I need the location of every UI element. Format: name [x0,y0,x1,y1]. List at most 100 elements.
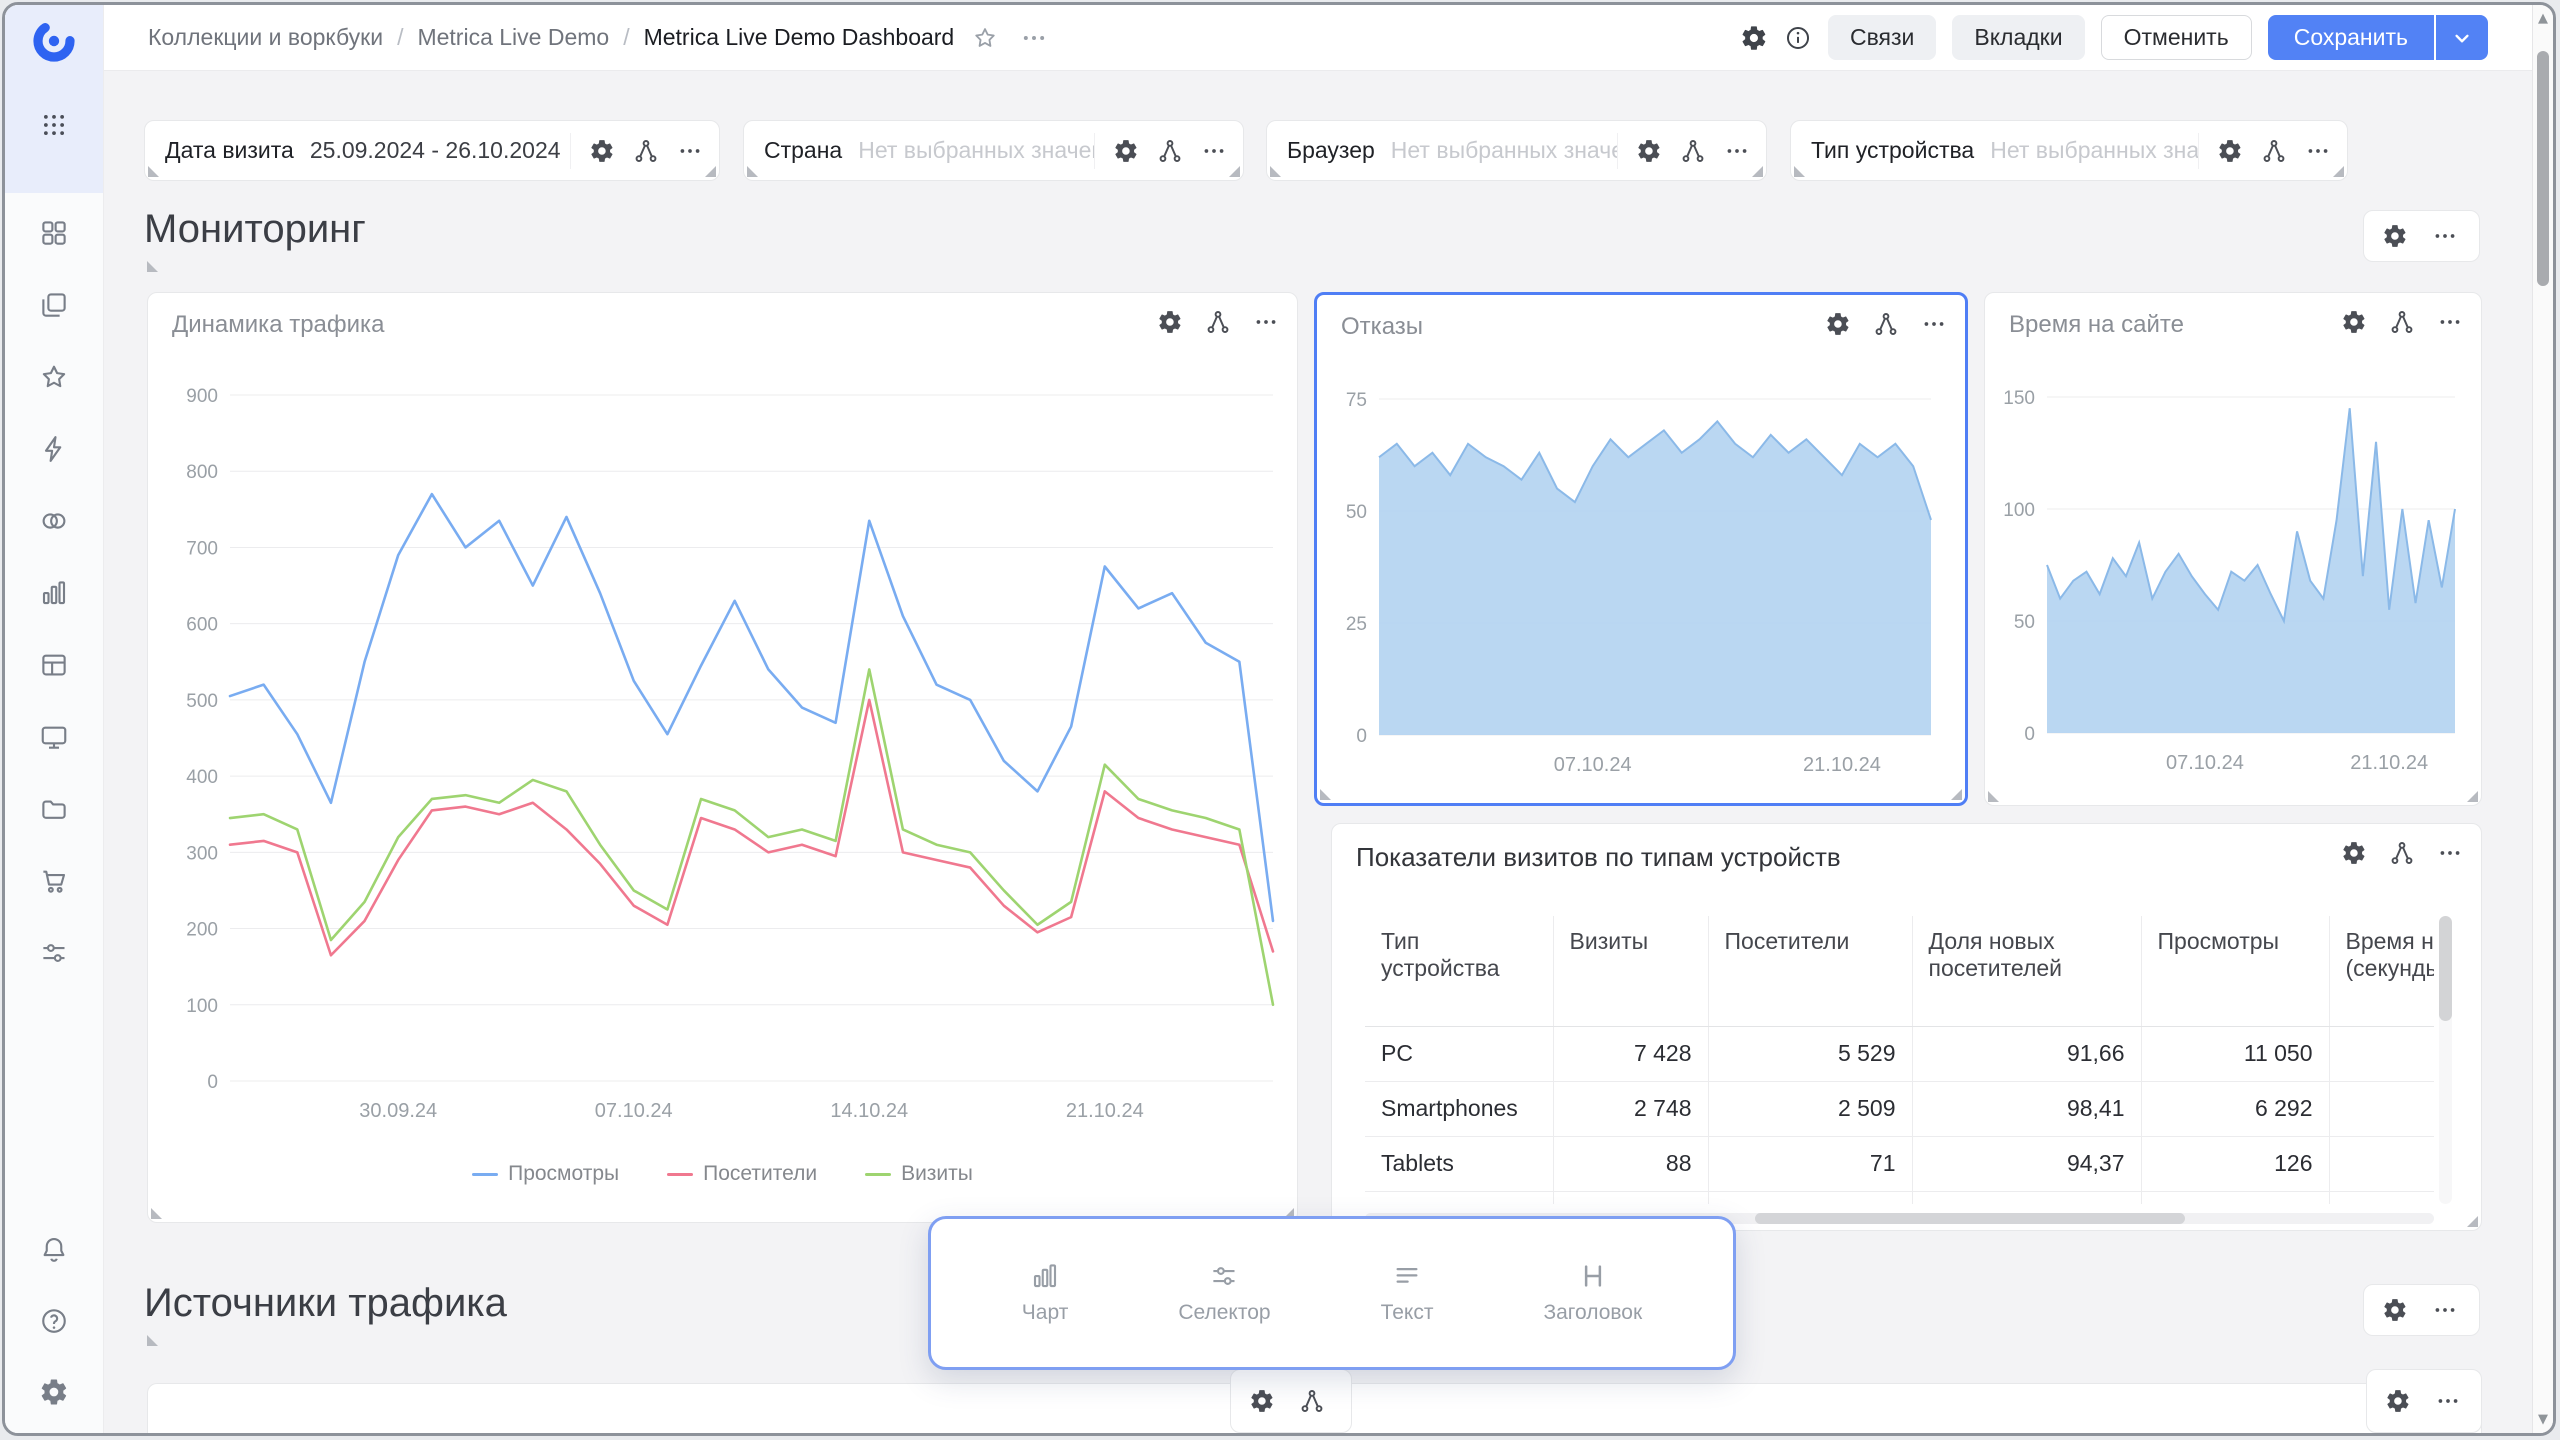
scroll-thumb[interactable] [2439,916,2452,1021]
resize-handle[interactable] [1794,166,1805,177]
resize-handle[interactable] [1951,789,1962,800]
gear-icon[interactable] [1249,1388,1275,1414]
connections-icon[interactable] [1299,1388,1325,1414]
widget-device-stats-table[interactable]: Показатели визитов по типам устройств Ти… [1331,823,2482,1231]
resize-handle[interactable] [1988,791,1999,802]
table-vertical-scrollbar[interactable] [2439,916,2452,1204]
gear-icon[interactable] [2341,309,2367,335]
widget-time-on-site[interactable]: Время на сайте 05010015007.10.2421.10.24 [1984,292,2482,806]
cart-icon[interactable] [37,865,71,896]
connections-icon[interactable] [2389,840,2415,866]
gear-icon[interactable] [1157,309,1183,335]
gear-icon[interactable] [2217,138,2243,164]
filter-country[interactable]: Страна Нет выбранных значений [743,120,1244,181]
widget-partial-right[interactable] [1323,1383,2482,1433]
resize-handle[interactable] [2467,791,2478,802]
gear-icon[interactable] [2341,840,2367,866]
apps-grid-icon[interactable] [37,109,71,140]
gear-icon[interactable] [1636,138,1662,164]
filter-value[interactable]: 25.09.2024 - 26.10.2024 [310,137,570,164]
breadcrumb-workbook[interactable]: Metrica Live Demo [417,24,609,51]
resize-handle[interactable] [147,1335,158,1346]
more-icon[interactable] [1349,1388,1352,1414]
resize-handle[interactable] [147,261,158,272]
gear-icon[interactable] [2382,1297,2408,1323]
resize-handle[interactable] [2467,1216,2478,1227]
more-icon[interactable] [2437,309,2463,335]
scroll-thumb[interactable] [2537,51,2549,286]
scroll-down-icon[interactable]: ▼ [2533,1412,2553,1427]
settings-gear-icon[interactable] [37,1376,71,1407]
save-dropdown-button[interactable] [2436,15,2488,60]
bolt-icon[interactable] [37,433,71,464]
scroll-up-icon[interactable]: ▲ [2533,11,2553,26]
legend-item[interactable]: Визиты [865,1162,973,1186]
sliders-icon[interactable] [37,937,71,968]
circles-icon[interactable] [37,505,71,536]
gear-icon[interactable] [1113,138,1139,164]
filter-device-type[interactable]: Тип устройства Нет выбранных значений [1790,120,2348,181]
resize-handle[interactable] [2333,166,2344,177]
legend-item[interactable]: Посетители [667,1162,817,1186]
column-header[interactable]: Посетители [1708,916,1912,1026]
connections-icon[interactable] [2389,309,2415,335]
add-text-button[interactable]: Текст [1381,1261,1434,1325]
filter-placeholder[interactable]: Нет выбранных значений [1391,137,1617,164]
connections-icon[interactable] [1157,138,1183,164]
add-heading-button[interactable]: Заголовок [1543,1261,1642,1325]
folder-icon[interactable] [37,793,71,824]
resize-handle[interactable] [1320,789,1331,800]
help-icon[interactable] [37,1305,71,1336]
connections-icon[interactable] [1680,138,1706,164]
bar-chart-icon[interactable] [37,577,71,608]
column-header[interactable]: Время на сайте (секунды) [2329,916,2434,1026]
legend-item[interactable]: Просмотры [472,1162,619,1186]
gear-icon[interactable] [1740,24,1768,52]
column-header[interactable]: Тип устройства [1365,916,1553,1026]
resize-handle[interactable] [1270,166,1281,177]
page-scrollbar[interactable]: ▲ ▼ [2532,5,2553,1433]
breadcrumb-collections[interactable]: Коллекции и воркбуки [148,24,383,51]
star-icon[interactable] [37,361,71,392]
table-icon[interactable] [37,649,71,680]
widget-bounces[interactable]: Отказы 025507507.10.2421.10.24 [1314,292,1968,806]
filter-placeholder[interactable]: Нет выбранных значений [1990,137,2198,164]
layers-icon[interactable] [37,289,71,320]
column-header[interactable]: Просмотры [2141,916,2329,1026]
more-icon[interactable] [1724,138,1750,164]
table-row[interactable]: PC7 4285 52991,6611 050 [1365,1026,2434,1081]
more-icon[interactable] [1921,311,1947,337]
connections-icon[interactable] [1873,311,1899,337]
resize-handle[interactable] [1752,166,1763,177]
more-icon[interactable] [2435,1388,2461,1414]
resize-handle[interactable] [148,166,159,177]
filter-date-visit[interactable]: Дата визита 25.09.2024 - 26.10.2024 [144,120,720,181]
filter-placeholder[interactable]: Нет выбранных значений [858,137,1094,164]
gear-icon[interactable] [589,138,615,164]
column-header[interactable]: Доля новых посетителей [1912,916,2141,1026]
table-row[interactable]: Tablets887194,37126 [1365,1136,2434,1191]
cancel-button[interactable]: Отменить [2101,15,2252,60]
connections-icon[interactable] [633,138,659,164]
gear-icon[interactable] [1825,311,1851,337]
scroll-thumb[interactable] [1755,1213,2185,1224]
more-icon[interactable] [2432,223,2458,249]
gear-icon[interactable] [2382,223,2408,249]
save-button[interactable]: Сохранить [2268,15,2434,60]
more-icon[interactable] [2305,138,2331,164]
more-icon[interactable] [2437,840,2463,866]
filter-browser[interactable]: Браузер Нет выбранных значений [1266,120,1767,181]
resize-handle[interactable] [705,166,716,177]
breadcrumb-more-icon[interactable] [1020,24,1048,52]
resize-handle[interactable] [1229,166,1240,177]
favorite-star-icon[interactable] [972,25,998,51]
bell-icon[interactable] [37,1234,71,1265]
relations-button[interactable]: Связи [1828,15,1936,60]
column-header[interactable]: Визиты [1553,916,1708,1026]
widget-traffic-dynamics[interactable]: Динамика трафика 01002003004005006007008… [147,292,1298,1223]
tabs-button[interactable]: Вкладки [1952,15,2084,60]
table-row[interactable]: Smartphones2 7482 50998,416 292 [1365,1081,2434,1136]
grid-icon[interactable] [37,217,71,248]
resize-handle[interactable] [151,1208,162,1219]
add-chart-button[interactable]: Чарт [1022,1261,1069,1325]
